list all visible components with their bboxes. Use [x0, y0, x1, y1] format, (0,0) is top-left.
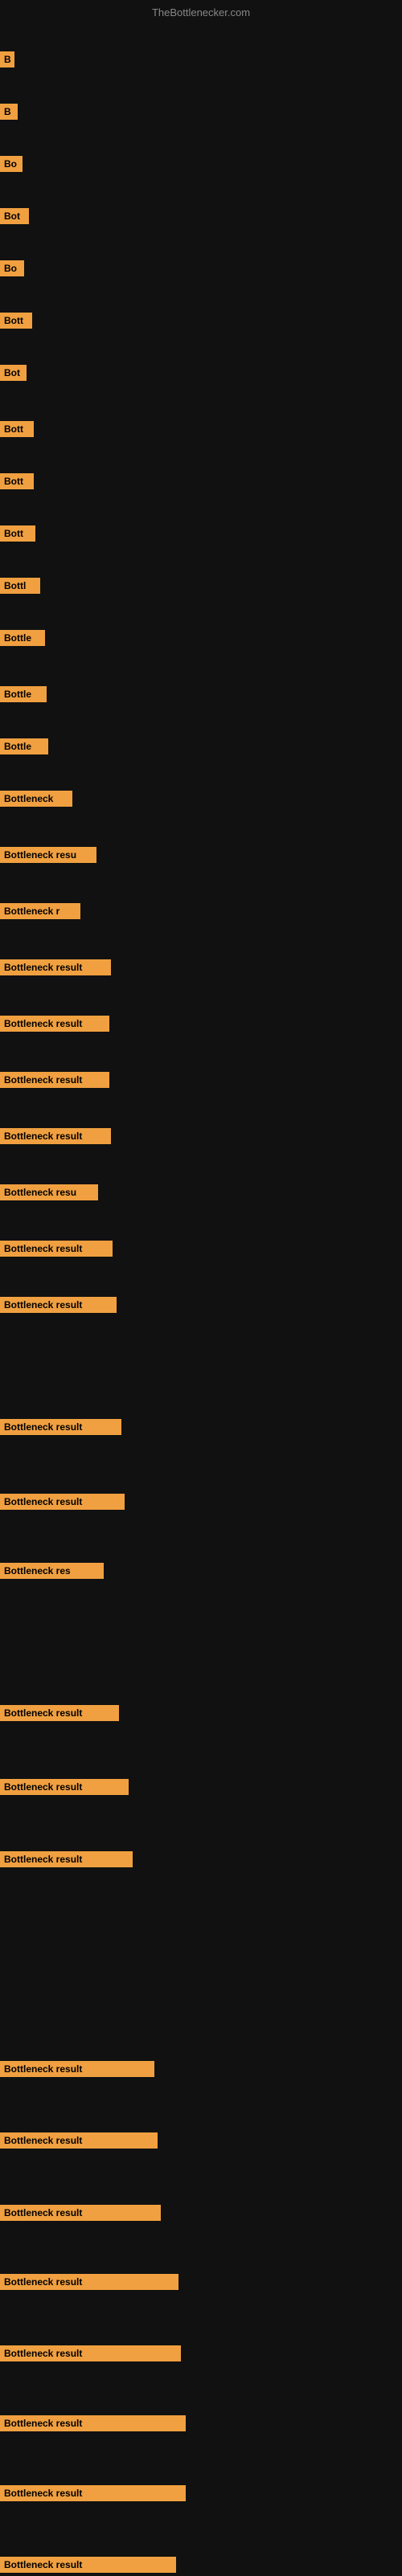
bar-label: Bottleneck result: [0, 1419, 121, 1435]
bar-row: Bot: [0, 362, 402, 384]
bar-row: Bottl: [0, 574, 402, 597]
bar-label: Bottleneck result: [0, 1297, 117, 1313]
bar-label: Bo: [0, 260, 24, 276]
bar-label: Bottle: [0, 630, 45, 646]
bar-row: Bottleneck result: [0, 2342, 402, 2365]
bar-row: Bottleneck resu: [0, 1181, 402, 1204]
bar-row: Bo: [0, 257, 402, 280]
bar-row: Bottleneck res: [0, 1560, 402, 1582]
bar-label: Bottl: [0, 578, 40, 594]
bar-label: Bottleneck result: [0, 1705, 119, 1721]
bar-row: Bottleneck result: [0, 1012, 402, 1035]
bar-label: Bottleneck result: [0, 2485, 186, 2501]
bar-label: Bottleneck result: [0, 1779, 129, 1795]
bar-row: Bottleneck resu: [0, 844, 402, 866]
bar-label: Bottleneck result: [0, 1128, 111, 1144]
bar-label: Bottleneck result: [0, 959, 111, 975]
bar-label: B: [0, 104, 18, 120]
bar-label: Bottleneck result: [0, 1851, 133, 1867]
bar-row: Bottle: [0, 735, 402, 758]
bar-row: Bottleneck result: [0, 2202, 402, 2224]
bar-label: Bottleneck resu: [0, 1184, 98, 1200]
bar-row: Bottleneck result: [0, 2412, 402, 2435]
bar-label: Bottleneck result: [0, 2345, 181, 2361]
bar-row: Bottleneck result: [0, 2058, 402, 2080]
bar-row: Bottleneck r: [0, 900, 402, 922]
bar-row: Bott: [0, 470, 402, 493]
bar-row: Bottle: [0, 683, 402, 705]
bar-label: Bottleneck result: [0, 1072, 109, 1088]
bar-row: B: [0, 100, 402, 123]
bar-row: B: [0, 48, 402, 71]
bar-label: B: [0, 51, 14, 67]
bar-row: Bott: [0, 418, 402, 440]
bar-row: Bottleneck result: [0, 2129, 402, 2152]
bar-label: Bottleneck result: [0, 1016, 109, 1032]
bar-label: Bott: [0, 421, 34, 437]
bar-label: Bott: [0, 313, 32, 329]
bar-label: Bottleneck r: [0, 903, 80, 919]
bar-label: Bott: [0, 473, 34, 489]
bar-row: Bottle: [0, 627, 402, 649]
bar-row: Bottleneck result: [0, 2271, 402, 2293]
bar-row: Bo: [0, 153, 402, 175]
bar-label: Bottleneck result: [0, 1494, 125, 1510]
bar-label: Bottle: [0, 738, 48, 754]
bar-row: Bottleneck result: [0, 2554, 402, 2576]
bar-label: Bottle: [0, 686, 47, 702]
bar-label: Bottleneck result: [0, 1241, 113, 1257]
bar-row: Bot: [0, 205, 402, 227]
bar-row: Bottleneck result: [0, 1702, 402, 1724]
bar-label: Bottleneck result: [0, 2132, 158, 2149]
bar-row: Bott: [0, 522, 402, 545]
bar-row: Bottleneck result: [0, 2482, 402, 2504]
bar-row: Bottleneck result: [0, 956, 402, 979]
bar-label: Bottleneck res: [0, 1563, 104, 1579]
bar-row: Bott: [0, 309, 402, 332]
bar-row: Bottleneck result: [0, 1237, 402, 1260]
bar-row: Bottleneck result: [0, 1069, 402, 1091]
bar-label: Bot: [0, 365, 27, 381]
site-title: TheBottlenecker.com: [152, 6, 250, 18]
bar-label: Bo: [0, 156, 23, 172]
bar-row: Bottleneck result: [0, 1416, 402, 1438]
bar-row: Bottleneck result: [0, 1490, 402, 1513]
bar-label: Bot: [0, 208, 29, 224]
bar-label: Bottleneck: [0, 791, 72, 807]
bar-label: Bottleneck result: [0, 2415, 186, 2431]
bar-row: Bottleneck result: [0, 1294, 402, 1316]
bar-label: Bottleneck result: [0, 2205, 161, 2221]
bar-label: Bottleneck resu: [0, 847, 96, 863]
bar-label: Bottleneck result: [0, 2557, 176, 2573]
bar-row: Bottleneck result: [0, 1848, 402, 1871]
bar-row: Bottleneck result: [0, 1125, 402, 1147]
bar-row: Bottleneck result: [0, 1776, 402, 1798]
bar-label: Bott: [0, 525, 35, 542]
bar-label: Bottleneck result: [0, 2061, 154, 2077]
bar-row: Bottleneck: [0, 787, 402, 810]
bar-label: Bottleneck result: [0, 2274, 178, 2290]
